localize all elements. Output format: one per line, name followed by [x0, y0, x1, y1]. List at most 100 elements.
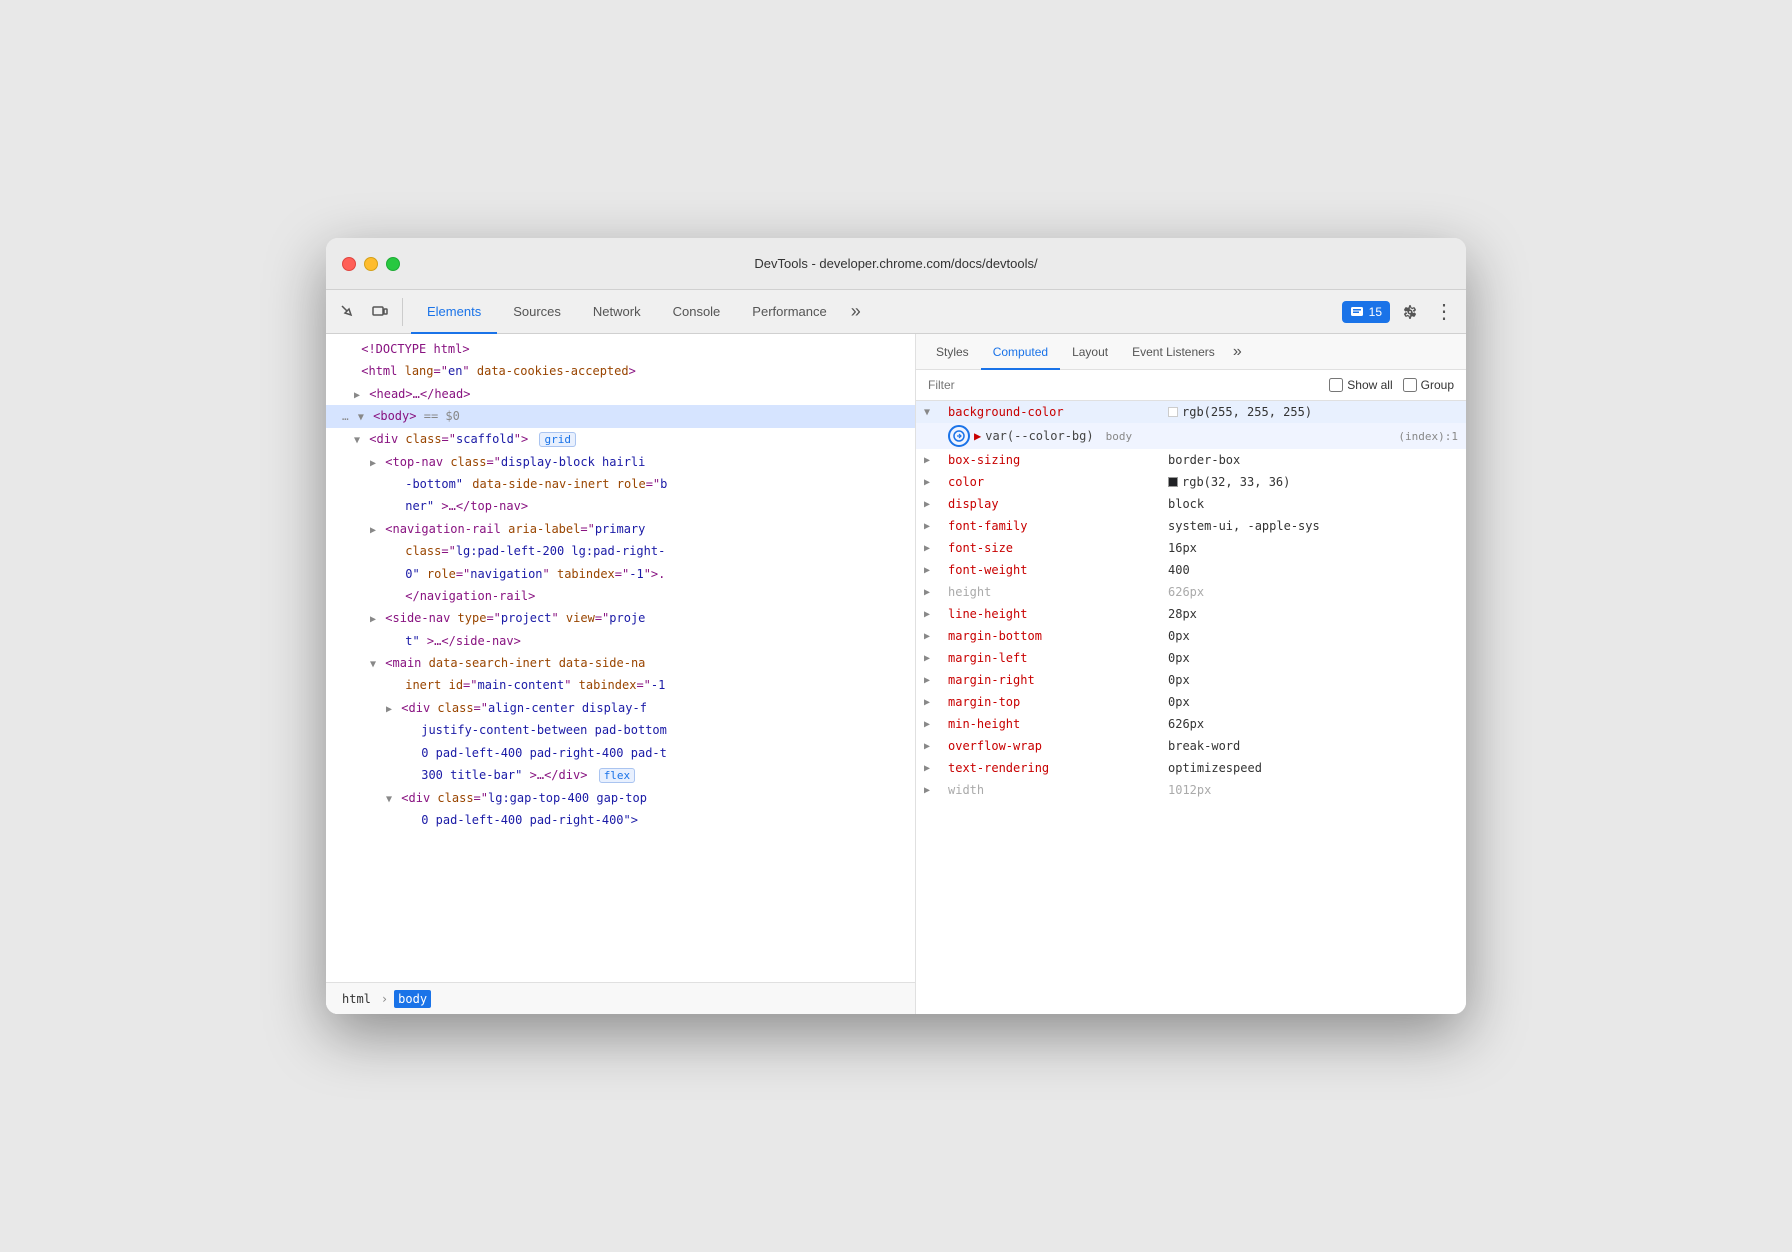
expand-arrow[interactable] [924, 785, 948, 796]
css-prop-margin-top[interactable]: margin-top 0px [916, 691, 1466, 713]
minimize-button[interactable] [364, 257, 378, 271]
grid-badge[interactable]: grid [539, 432, 576, 447]
notification-badge[interactable]: 15 [1342, 301, 1390, 323]
prop-name: margin-top [948, 695, 1168, 709]
prop-name-background-color: background-color [948, 405, 1168, 419]
expand-arrow[interactable] [924, 631, 948, 642]
dom-line-navrail2[interactable]: class="lg:pad-left-200 lg:pad-right- [326, 540, 915, 562]
prop-name: display [948, 497, 1168, 511]
breadcrumb-html[interactable]: html [338, 990, 375, 1008]
tab-elements[interactable]: Elements [411, 291, 497, 334]
inspect-element-icon[interactable] [334, 298, 362, 326]
css-prop-text-rendering[interactable]: text-rendering optimizespeed [916, 757, 1466, 779]
more-tabs-button[interactable]: » [843, 290, 869, 333]
dom-line-topnav2[interactable]: -bottom" data-side-nav-inert role="b [326, 473, 915, 495]
css-prop-font-family[interactable]: font-family system-ui, -apple-sys [916, 515, 1466, 537]
css-prop-margin-left[interactable]: margin-left 0px [916, 647, 1466, 669]
device-toolbar-icon[interactable] [366, 298, 394, 326]
dom-line-html[interactable]: <html lang="en" data-cookies-accepted> [326, 360, 915, 382]
tab-performance[interactable]: Performance [736, 291, 842, 334]
dom-line-topnav3[interactable]: ner" >…</top-nav> [326, 495, 915, 517]
more-panel-tabs-button[interactable]: » [1227, 334, 1248, 369]
tab-network[interactable]: Network [577, 291, 657, 334]
group-checkbox[interactable]: Group [1403, 378, 1454, 392]
css-prop-box-sizing[interactable]: box-sizing border-box [916, 449, 1466, 471]
prop-name: font-weight [948, 563, 1168, 577]
breadcrumb-body[interactable]: body [394, 990, 431, 1008]
expand-arrow[interactable] [924, 719, 948, 730]
prop-name: line-height [948, 607, 1168, 621]
tab-layout[interactable]: Layout [1060, 335, 1120, 370]
dom-line-main4[interactable]: justify-content-between pad-bottom [326, 719, 915, 741]
expand-arrow[interactable] [924, 587, 948, 598]
expand-arrow[interactable] [924, 565, 948, 576]
dom-line-main8[interactable]: 0 pad-left-400 pad-right-400"> [326, 809, 915, 831]
dom-line-navrail1[interactable]: <navigation-rail aria-label="primary [326, 518, 915, 540]
css-prop-display[interactable]: display block [916, 493, 1466, 515]
prop-value: break-word [1168, 739, 1458, 753]
dom-line-head[interactable]: <head>…</head> [326, 383, 915, 405]
expand-arrow[interactable] [924, 763, 948, 774]
expand-arrow[interactable] [924, 499, 948, 510]
expand-arrow[interactable] [924, 521, 948, 532]
css-prop-line-height[interactable]: line-height 28px [916, 603, 1466, 625]
expand-arrow[interactable] [924, 609, 948, 620]
expand-arrow[interactable] [924, 675, 948, 686]
tab-event-listeners[interactable]: Event Listeners [1120, 335, 1227, 370]
expand-arrow[interactable] [924, 455, 948, 466]
prop-name: width [948, 783, 1168, 797]
settings-icon[interactable] [1396, 298, 1424, 326]
devtools-window: DevTools - developer.chrome.com/docs/dev… [326, 238, 1466, 1014]
css-prop-width[interactable]: width 1012px [916, 779, 1466, 801]
dom-line-scaffold[interactable]: <div class="scaffold"> grid [326, 428, 915, 451]
expand-arrow[interactable] [924, 407, 948, 418]
css-prop-overflow-wrap[interactable]: overflow-wrap break-word [916, 735, 1466, 757]
dom-line-main5[interactable]: 0 pad-left-400 pad-right-400 pad-t [326, 742, 915, 764]
prop-value: 626px [1168, 717, 1458, 731]
expand-arrow[interactable] [924, 543, 948, 554]
css-prop-height[interactable]: height 626px [916, 581, 1466, 603]
dom-line-navrail4[interactable]: </navigation-rail> [326, 585, 915, 607]
tab-styles[interactable]: Styles [924, 335, 981, 370]
css-prop-background-color[interactable]: background-color rgb(255, 255, 255) [916, 401, 1466, 449]
expand-arrow[interactable] [924, 477, 948, 488]
prop-value: 1012px [1168, 783, 1458, 797]
maximize-button[interactable] [386, 257, 400, 271]
css-prop-min-height[interactable]: min-height 626px [916, 713, 1466, 735]
tab-sources[interactable]: Sources [497, 291, 577, 334]
prop-name: text-rendering [948, 761, 1168, 775]
expand-arrow[interactable] [924, 741, 948, 752]
dom-line-sidenav2[interactable]: t" >…</side-nav> [326, 630, 915, 652]
dom-line-body-selected[interactable]: … <body> == $0 [326, 405, 915, 428]
dom-line-topnav1[interactable]: <top-nav class="display-block hairli [326, 451, 915, 473]
expand-arrow[interactable] [924, 653, 948, 664]
show-all-checkbox[interactable]: Show all [1329, 378, 1392, 392]
css-prop-sub-row[interactable]: ▶ var(--color-bg) body (index):1 [916, 423, 1466, 449]
dom-line-main2[interactable]: inert id="main-content" tabindex="-1 [326, 674, 915, 696]
css-prop-font-weight[interactable]: font-weight 400 [916, 559, 1466, 581]
css-prop-color[interactable]: color rgb(32, 33, 36) [916, 471, 1466, 493]
dom-line-doctype[interactable]: <!DOCTYPE html> [326, 338, 915, 360]
dom-line-main3[interactable]: <div class="align-center display-f [326, 697, 915, 719]
dom-line-sidenav1[interactable]: <side-nav type="project" view="proje [326, 607, 915, 629]
expand-arrow[interactable] [924, 697, 948, 708]
dom-line-main1[interactable]: <main data-search-inert data-side-na [326, 652, 915, 674]
tab-console[interactable]: Console [657, 291, 737, 334]
css-prop-margin-right[interactable]: margin-right 0px [916, 669, 1466, 691]
elements-dom-tree[interactable]: <!DOCTYPE html> <html lang="en" data-coo… [326, 334, 915, 982]
close-button[interactable] [342, 257, 356, 271]
sub-row-value: var(--color-bg) [985, 429, 1093, 443]
filter-input[interactable] [928, 378, 1317, 392]
title-bar: DevTools - developer.chrome.com/docs/dev… [326, 238, 1466, 290]
tab-computed[interactable]: Computed [981, 335, 1060, 370]
panel-tabs: Styles Computed Layout Event Listeners » [916, 334, 1466, 370]
dom-line-main6[interactable]: 300 title-bar" >…</div> flex [326, 764, 915, 787]
dom-line-navrail3[interactable]: 0" role="navigation" tabindex="-1">. [326, 563, 915, 585]
dom-line-main7[interactable]: <div class="lg:gap-top-400 gap-top [326, 787, 915, 809]
css-prop-margin-bottom[interactable]: margin-bottom 0px [916, 625, 1466, 647]
more-options-icon[interactable]: ⋮ [1430, 298, 1458, 326]
flex-badge[interactable]: flex [599, 768, 636, 783]
css-prop-font-size[interactable]: font-size 16px [916, 537, 1466, 559]
navigate-icon[interactable] [948, 425, 970, 447]
window-title: DevTools - developer.chrome.com/docs/dev… [754, 256, 1037, 271]
